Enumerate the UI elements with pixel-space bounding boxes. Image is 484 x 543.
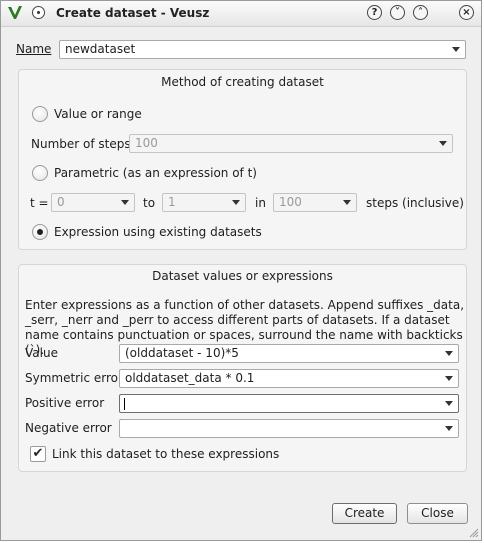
- t-to-combobox[interactable]: 1: [162, 193, 246, 212]
- chevron-down-icon[interactable]: [452, 47, 460, 52]
- chevron-down-icon[interactable]: [445, 351, 453, 356]
- chevron-up-icon: ˄: [418, 7, 423, 18]
- expression-radio[interactable]: [32, 224, 48, 240]
- resize-grip-icon[interactable]: [469, 528, 479, 538]
- name-combobox[interactable]: newdataset: [59, 40, 466, 59]
- chevron-down-icon[interactable]: [232, 200, 240, 205]
- t-to-value: 1: [168, 195, 176, 209]
- chevron-down-icon[interactable]: [439, 141, 447, 146]
- name-value: newdataset: [65, 42, 136, 56]
- minimize-button[interactable]: ˅: [390, 5, 405, 20]
- to-label: to: [143, 196, 156, 210]
- value-label: Value: [25, 346, 58, 360]
- chevron-down-icon[interactable]: [445, 376, 453, 381]
- parametric-label[interactable]: Parametric (as an expression of t): [54, 166, 257, 180]
- name-label: Name: [16, 42, 52, 56]
- chevron-down-icon[interactable]: [343, 200, 351, 205]
- t-steps-value: 100: [279, 195, 302, 209]
- title-bar[interactable]: Create dataset - Veusz ? ˅ ˄ ×: [1, 1, 481, 27]
- method-group: Method of creating dataset: [18, 69, 467, 250]
- close-icon: ×: [462, 7, 471, 18]
- t-from-value: 0: [57, 195, 65, 209]
- t-steps-combobox[interactable]: 100: [273, 193, 357, 212]
- values-group: Dataset values or expressions: [18, 264, 467, 472]
- create-button-label: Create: [344, 506, 385, 520]
- chevron-down-icon[interactable]: [445, 426, 453, 431]
- chevron-down-icon: ˅: [395, 7, 400, 18]
- link-dataset-label[interactable]: Link this dataset to these expressions: [52, 447, 279, 461]
- positive-error-combobox[interactable]: [119, 394, 459, 413]
- close-window-button[interactable]: ×: [459, 5, 474, 20]
- value-combobox[interactable]: (olddataset - 10)*5: [119, 344, 459, 363]
- chevron-down-icon[interactable]: [121, 200, 129, 205]
- link-dataset-checkbox[interactable]: ✔: [30, 446, 46, 462]
- value-expression: (olddataset - 10)*5: [125, 346, 239, 360]
- window-menu-icon[interactable]: [32, 6, 45, 19]
- values-group-title: Dataset values or expressions: [152, 269, 333, 283]
- t-label: t =: [30, 196, 49, 210]
- text-cursor: [124, 398, 125, 410]
- negative-error-combobox[interactable]: [119, 419, 459, 438]
- create-dataset-dialog: Create dataset - Veusz ? ˅ ˄ × Name newd…: [0, 0, 482, 541]
- veusz-logo-icon: [8, 6, 22, 19]
- window-title: Create dataset - Veusz: [56, 6, 210, 20]
- create-button[interactable]: Create: [332, 503, 397, 524]
- checkmark-icon: ✔: [32, 446, 44, 461]
- t-from-combobox[interactable]: 0: [51, 193, 135, 212]
- symmetric-error-expression: olddataset_data * 0.1: [125, 371, 255, 385]
- chevron-down-icon[interactable]: [445, 401, 453, 406]
- negative-error-label: Negative error: [25, 421, 112, 435]
- value-or-range-label[interactable]: Value or range: [54, 107, 142, 121]
- steps-inclusive-label: steps (inclusive): [366, 196, 464, 210]
- help-icon: ?: [371, 7, 378, 18]
- value-or-range-radio[interactable]: [32, 106, 48, 122]
- in-label: in: [255, 196, 266, 210]
- number-of-steps-combobox[interactable]: 100: [129, 134, 453, 153]
- positive-error-label: Positive error: [25, 396, 105, 410]
- help-button[interactable]: ?: [367, 5, 382, 20]
- symmetric-error-combobox[interactable]: olddataset_data * 0.1: [119, 369, 459, 388]
- symmetric-error-label: Symmetric error: [25, 371, 123, 385]
- close-button-label: Close: [421, 506, 454, 520]
- maximize-button[interactable]: ˄: [413, 5, 428, 20]
- expression-label[interactable]: Expression using existing datasets: [54, 225, 262, 239]
- method-group-title: Method of creating dataset: [161, 75, 324, 89]
- number-of-steps-label: Number of steps: [31, 137, 131, 151]
- parametric-radio[interactable]: [32, 165, 48, 181]
- steps-value: 100: [135, 136, 158, 150]
- close-button[interactable]: Close: [407, 503, 468, 524]
